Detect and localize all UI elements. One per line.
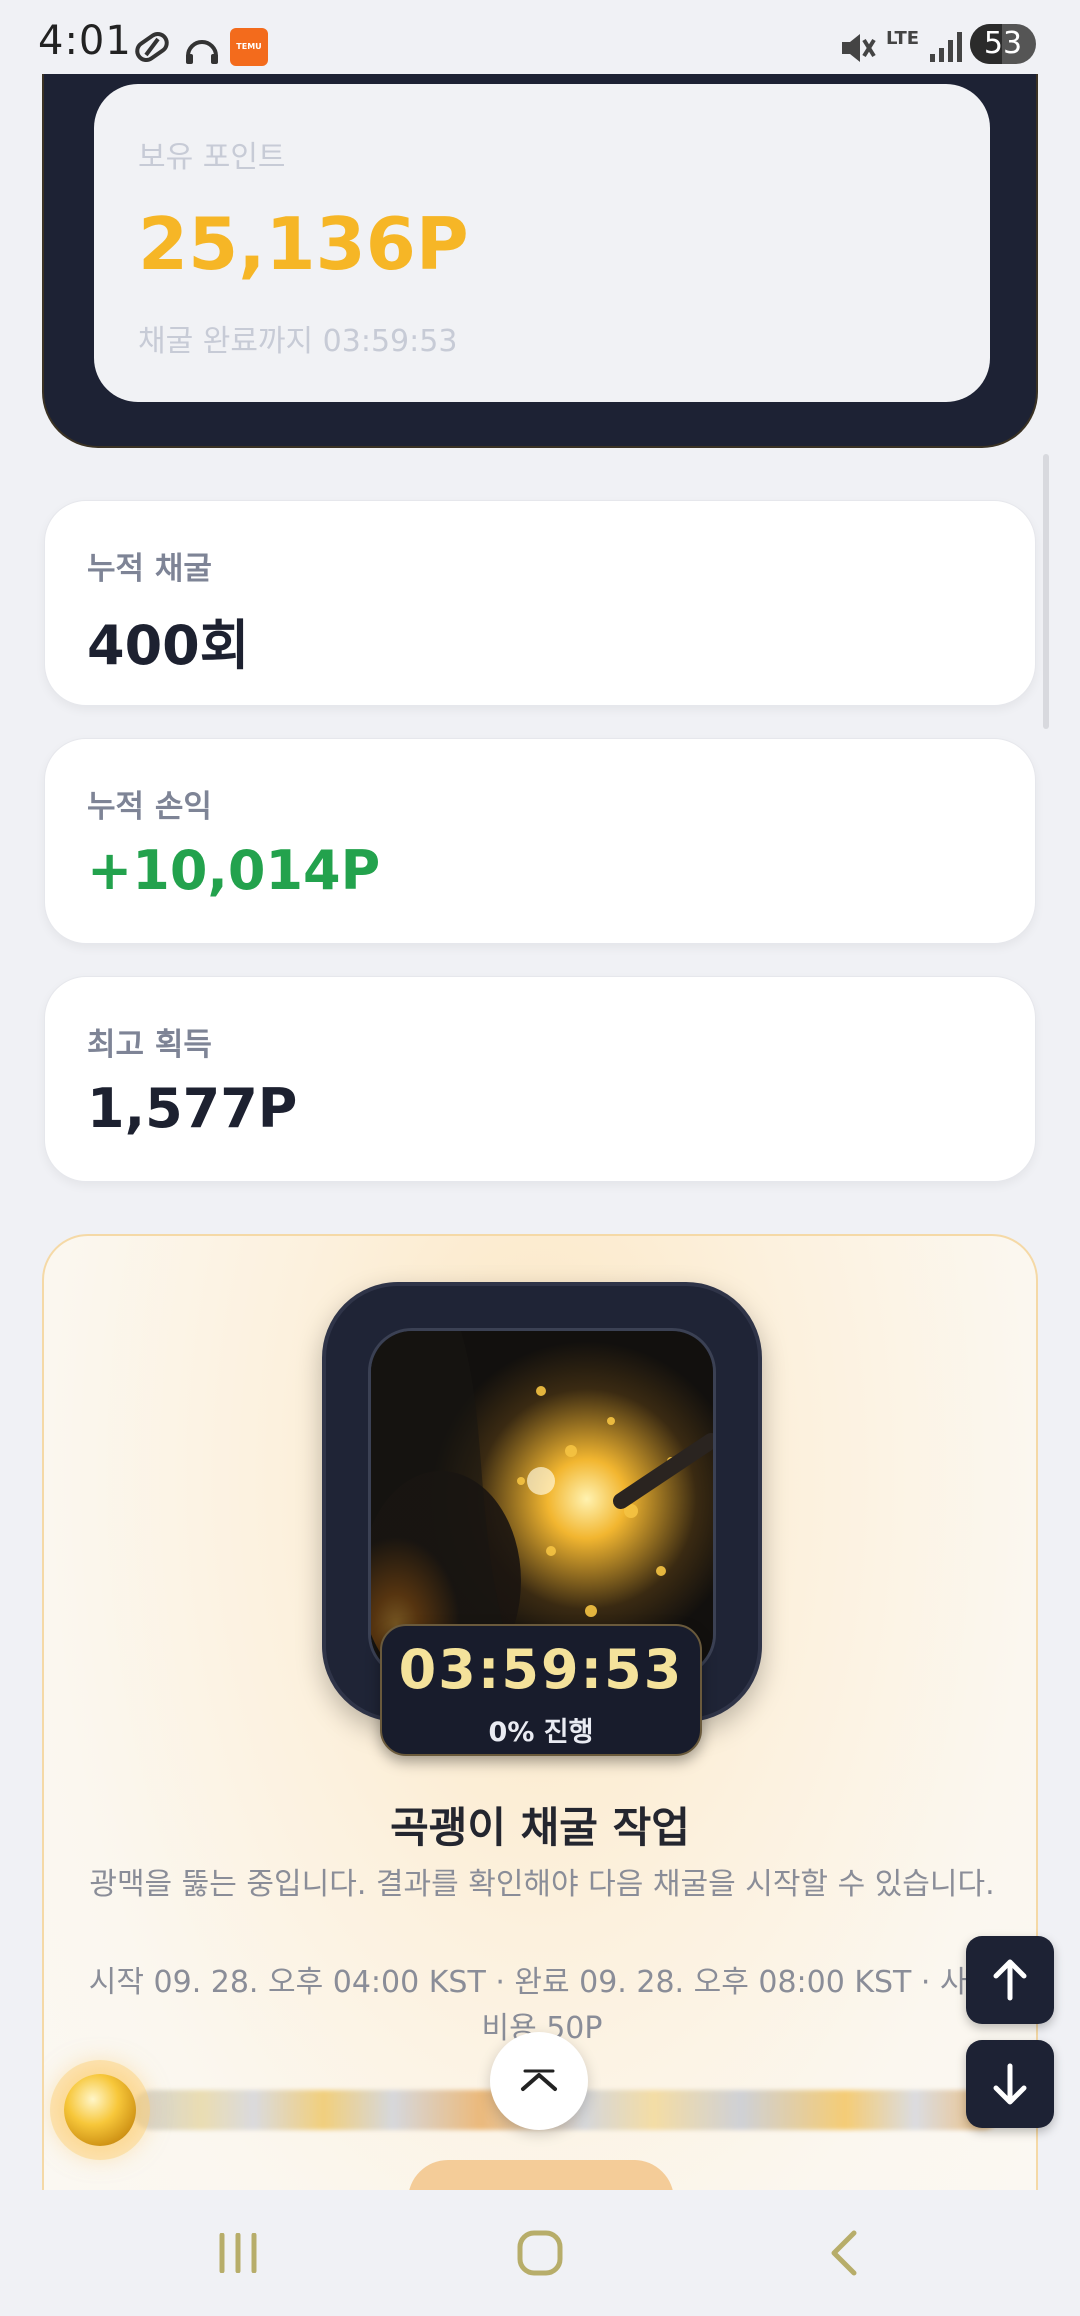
stat-card-best-gain: 최고 획득 1,577P bbox=[44, 976, 1036, 1182]
stat-label: 누적 손익 bbox=[87, 789, 212, 825]
points-value: 25,136P bbox=[138, 202, 469, 286]
pill-icon bbox=[135, 31, 169, 63]
scroll-top-button[interactable] bbox=[490, 2032, 588, 2130]
mining-description: 광맥을 뚫는 중입니다. 결과를 확인해야 다음 채굴을 시작할 수 있습니다. bbox=[89, 1867, 995, 1902]
scrollbar[interactable] bbox=[1043, 454, 1049, 729]
arrow-down-icon bbox=[993, 2063, 1027, 2105]
temu-app-icon: TEMU bbox=[230, 28, 268, 66]
stat-card-total-mining: 누적 채굴 400회 bbox=[44, 500, 1036, 706]
page-up-button[interactable] bbox=[966, 1936, 1054, 2024]
signal-icon bbox=[930, 32, 962, 62]
stat-label: 최고 획득 bbox=[87, 1027, 212, 1063]
recents-icon bbox=[219, 2233, 257, 2273]
chevron-up-icon bbox=[521, 2069, 557, 2091]
mining-progress-knob bbox=[64, 2074, 136, 2146]
home-button[interactable] bbox=[440, 2190, 640, 2316]
status-bar: 4:01 TEMU LTE 53 bbox=[0, 0, 1080, 74]
stat-label: 누적 채굴 bbox=[87, 551, 212, 587]
page-down-button[interactable] bbox=[966, 2040, 1054, 2128]
stat-card-total-profit: 누적 손익 +10,014P bbox=[44, 738, 1036, 944]
points-card: 보유 포인트 25,136P 채굴 완료까지 03:59:53 bbox=[94, 84, 990, 402]
mining-countdown: 채굴 완료까지 03:59:53 bbox=[138, 324, 458, 359]
points-hero: 보유 포인트 25,136P 채굴 완료까지 03:59:53 bbox=[42, 72, 1038, 448]
battery-indicator: 53 bbox=[970, 24, 1036, 64]
network-type: LTE bbox=[886, 28, 920, 49]
timer-value: 03:59:53 bbox=[398, 1638, 684, 1701]
back-icon bbox=[831, 2230, 857, 2276]
timer-plate: 03:59:53 0% 진행 bbox=[380, 1624, 702, 1756]
mining-title: 곡괭이 채굴 작업 bbox=[390, 1803, 690, 1852]
status-time: 4:01 bbox=[38, 18, 132, 64]
mining-card: 03:59:53 0% 진행 곡괭이 채굴 작업 광맥을 뚫는 중입니다. 결과… bbox=[42, 1234, 1038, 2316]
stat-value: 1,577P bbox=[87, 1077, 298, 1140]
stat-value: 400회 bbox=[87, 614, 250, 677]
headset-icon bbox=[186, 40, 218, 64]
home-icon bbox=[517, 2230, 563, 2276]
app-screen: 4:01 TEMU LTE 53 보유 포인트 25,136P 채굴 완료까지 … bbox=[0, 0, 1080, 2316]
mute-icon bbox=[842, 34, 876, 62]
stat-value: +10,014P bbox=[87, 839, 381, 902]
points-label: 보유 포인트 bbox=[138, 140, 286, 175]
system-nav-bar bbox=[0, 2190, 1080, 2316]
progress-text: 0% 진행 bbox=[488, 1717, 594, 1748]
recents-button[interactable] bbox=[138, 2190, 338, 2316]
back-button[interactable] bbox=[744, 2190, 944, 2316]
arrow-up-icon bbox=[993, 1959, 1027, 2001]
